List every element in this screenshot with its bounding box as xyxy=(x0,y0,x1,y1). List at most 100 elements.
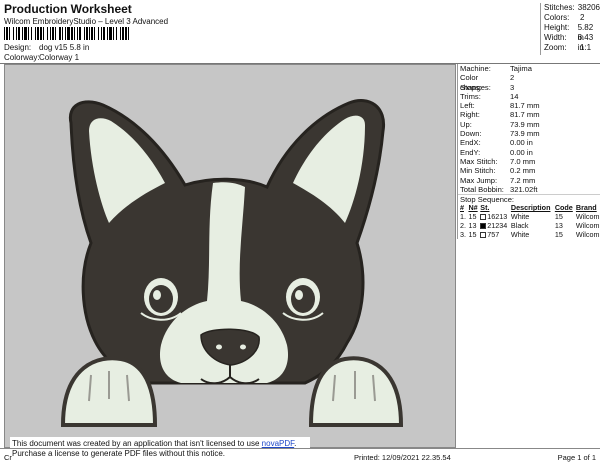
color-description: White xyxy=(510,212,554,221)
info-value: 0.00 in xyxy=(510,138,533,148)
row-number: 3. xyxy=(459,230,467,239)
stitch-count: 757 xyxy=(479,230,510,239)
summary-row: Colors: 2 xyxy=(544,13,600,23)
info-row: Max Jump: 7.2 mm xyxy=(458,176,600,185)
summary-value: 2 xyxy=(580,13,585,22)
info-label: Trims: xyxy=(460,91,481,101)
info-row: Min Stitch: 0.2 mm xyxy=(458,166,600,175)
color-code: 15 xyxy=(554,212,575,221)
info-label: Down: xyxy=(460,129,482,139)
design-label: Design: xyxy=(4,43,32,52)
col-header: # xyxy=(460,203,464,213)
table-row: 2. 13 21234 Black 13 Wilcom xyxy=(459,221,600,230)
notice-period: . xyxy=(294,439,297,448)
color-code: 15 xyxy=(554,230,575,239)
info-value: 7.0 mm xyxy=(510,156,536,166)
stitch-count-text: 757 xyxy=(487,230,500,240)
summary-value: 6.43 in xyxy=(577,33,594,52)
summary-row: Zoom: 1:1 xyxy=(544,43,600,53)
col-header: St. xyxy=(480,203,490,213)
needle-number-text: 13 xyxy=(468,221,477,231)
colorway-label: Colorway: xyxy=(4,53,40,62)
color-description-text: White xyxy=(510,212,530,222)
info-row: Machine: Tajima xyxy=(458,64,600,73)
info-label: Total Bobbin: xyxy=(460,184,504,194)
stop-sequence-table: # N# St. Description Code Brand 1. 15 1621… xyxy=(459,203,600,239)
colorway-row: Colorway: Colorway 1 xyxy=(4,53,79,62)
color-code-text: 15 xyxy=(554,212,563,222)
info-value: 321.02ft xyxy=(510,184,538,194)
info-label: EndY: xyxy=(460,147,481,157)
page-footer: Cr Printed: 12/09/2021 22.35.54 Page 1 o… xyxy=(0,448,600,464)
color-code-text: 13 xyxy=(554,221,563,231)
novapdf-link[interactable]: novaPDF xyxy=(262,439,294,448)
info-label: Max Stitch: xyxy=(460,156,498,166)
summary-value: 5.82 in xyxy=(577,23,594,42)
summary-value: 38206 xyxy=(577,3,600,12)
row-number-text: 2. xyxy=(460,221,466,231)
info-row: Up: 73.9 mm xyxy=(458,120,600,129)
info-value: Tajima xyxy=(510,64,532,73)
summary-panel: Stitches: 38206 Colors: 2 Height: 5.82 in W… xyxy=(540,3,600,55)
col-header: N# xyxy=(468,203,478,213)
info-value: 81.7 mm xyxy=(510,110,540,120)
color-description: Black xyxy=(510,221,554,230)
row-number: 2. xyxy=(459,221,467,230)
info-value: 2 xyxy=(510,73,515,83)
color-brand-text: Wilcom xyxy=(575,230,600,240)
notice-text: This document was created by an applicat… xyxy=(12,439,262,448)
stitch-count-text: 21234 xyxy=(487,221,508,231)
col-header: Brand xyxy=(575,203,597,213)
info-label: EndX: xyxy=(460,138,481,148)
info-label: Machine: xyxy=(460,64,491,73)
info-value: 81.7 mm xyxy=(510,101,540,111)
table-row: 1. 15 16213 White 15 Wilcom xyxy=(459,212,600,221)
color-description: White xyxy=(510,230,554,239)
info-row: Right: 81.7 mm xyxy=(458,110,600,119)
printed-timestamp: Printed: 12/09/2021 22.35.54 xyxy=(354,453,451,462)
design-value: dog v15 5.8 in xyxy=(39,43,90,52)
color-brand-text: Wilcom xyxy=(575,212,600,222)
col-header: Code xyxy=(554,203,573,213)
info-value: 73.9 mm xyxy=(510,129,540,139)
info-label: Right: xyxy=(460,110,480,120)
table-row: 3. 15 757 White 15 Wilcom xyxy=(459,230,600,239)
footer-left: Cr xyxy=(4,453,12,462)
col-header: Description xyxy=(510,203,551,213)
summary-row: Width: 6.43 in xyxy=(544,33,600,52)
color-brand: Wilcom xyxy=(575,230,600,239)
page-number: Page 1 of 1 xyxy=(557,453,596,462)
summary-label: Zoom: xyxy=(544,43,567,52)
colorway-value: Colorway 1 xyxy=(39,53,80,62)
color-description-text: Black xyxy=(510,221,529,231)
row-number: 1. xyxy=(459,212,467,221)
info-value: 0.2 mm xyxy=(510,166,536,176)
info-label: Min Stitch: xyxy=(460,166,496,176)
needle-number: 15 xyxy=(467,212,479,221)
info-row: Stops: 3 xyxy=(458,83,600,92)
software-subtitle: Wilcom EmbroideryStudio – Level 3 Advanc… xyxy=(4,17,169,26)
info-row: Down: 73.9 mm xyxy=(458,129,600,138)
info-row: Left: 81.7 mm xyxy=(458,101,600,110)
info-row: Trims: 14 xyxy=(458,92,600,101)
color-description-text: White xyxy=(510,230,530,240)
color-brand: Wilcom xyxy=(575,212,600,221)
info-row: EndX: 0.00 in xyxy=(458,138,600,147)
color-code: 13 xyxy=(554,221,575,230)
design-row: Design: dog v15 5.8 in xyxy=(4,43,89,52)
design-preview xyxy=(4,64,456,448)
info-value: 7.2 mm xyxy=(510,175,536,185)
color-code-text: 15 xyxy=(554,230,563,240)
summary-label: Height: xyxy=(544,23,570,32)
color-brand: Wilcom xyxy=(575,221,600,230)
needle-number-text: 15 xyxy=(468,230,477,240)
info-value: 3 xyxy=(510,82,515,92)
stitch-count-text: 16213 xyxy=(487,212,508,222)
machine-info-panel: Machine: Tajima Color changes: 2 Stops: 3 Trim… xyxy=(457,64,600,240)
summary-label: Colors: xyxy=(544,13,570,22)
info-row: Color changes: 2 xyxy=(458,73,600,91)
french-bulldog-embroidery xyxy=(60,99,404,427)
needle-number-text: 15 xyxy=(468,212,477,222)
summary-row: Stitches: 38206 xyxy=(544,3,600,13)
stitch-count: 16213 xyxy=(479,212,510,221)
